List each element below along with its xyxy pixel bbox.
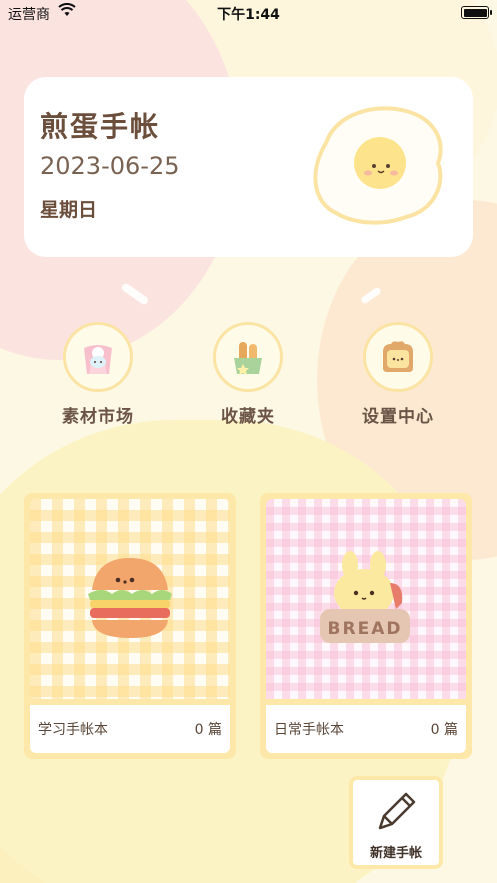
notebook-name: 学习手帐本 [38,722,108,738]
notebook-name: 日常手帐本 [274,722,344,738]
bread-bunny-icon: BREAD [320,551,410,643]
menu-label: 设置中心 [362,407,434,427]
bread-basket-icon [213,322,283,392]
new-journal-label: 新建手帐 [369,846,422,861]
battery-icon [461,6,492,19]
svg-text:BREAD: BREAD [328,619,403,639]
menu-item-material-market[interactable]: 素材市场 [43,322,153,427]
clock: 下午1:44 [217,7,280,23]
notebook-card[interactable]: 学习手帐本 0 篇 [24,493,236,759]
notebook-card[interactable]: BREAD 日常手帐本 0 篇 [260,493,472,759]
app-title: 煎蛋手帐 [40,110,161,143]
menu-item-favorites[interactable]: 收藏夹 [193,322,303,427]
new-journal-button[interactable]: 新建手帐 [349,776,443,869]
pencil-icon [353,788,439,840]
header-card: 煎蛋手帐 2023-06-25 星期日 [24,77,473,257]
bag-icon [63,322,133,392]
notebook-cover [30,499,230,699]
weekday-label: 星期日 [40,199,98,221]
notebook-count: 0 篇 [430,722,458,738]
menu-item-settings[interactable]: 设置中心 [343,322,453,427]
notebook-footer: 学习手帐本 0 篇 [30,705,230,753]
main-menu: 素材市场 收藏夹 设置中心 [0,322,497,432]
notebook-cover: BREAD [266,499,466,699]
menu-label: 收藏夹 [221,407,275,427]
menu-label: 素材市场 [62,407,134,427]
status-bar: 运营商 下午1:44 [0,0,497,26]
fried-egg-icon [313,106,443,225]
current-date: 2023-06-25 [40,152,180,180]
notebook-footer: 日常手帐本 0 篇 [266,705,466,753]
toast-icon [363,322,433,392]
notebook-count: 0 篇 [194,722,222,738]
hamburger-icon [88,558,172,638]
